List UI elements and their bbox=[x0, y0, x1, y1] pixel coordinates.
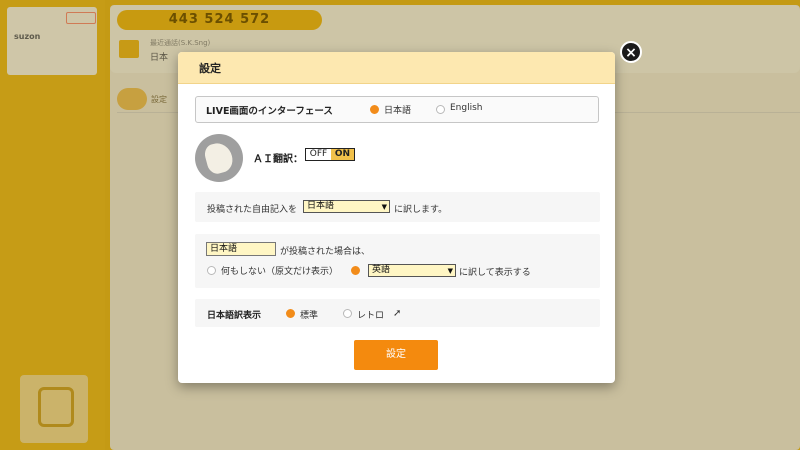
settings-modal: 設定 LIVE画面のインターフェース 日本語 English ＡＩ翻訳： OFF… bbox=[178, 52, 615, 383]
free-text-selected: 日本語 bbox=[307, 201, 335, 211]
radio-english[interactable] bbox=[436, 105, 445, 114]
mouse-cursor-icon: ➚ bbox=[393, 308, 402, 319]
app-icon bbox=[20, 375, 88, 443]
close-icon[interactable]: × bbox=[620, 41, 642, 63]
free-text-prefix: 投稿された自由記入を bbox=[207, 205, 298, 215]
radio-retro[interactable] bbox=[343, 309, 352, 318]
free-text-suffix: に訳します。 bbox=[394, 205, 448, 215]
toggle-off[interactable]: OFF bbox=[306, 149, 331, 160]
radio-japanese-label: 日本語 bbox=[384, 106, 412, 116]
radio-standard-label: 標準 bbox=[300, 311, 319, 321]
toggle-on[interactable]: ON bbox=[331, 149, 354, 160]
radio-do-nothing[interactable] bbox=[207, 266, 216, 275]
target-language-select[interactable]: 英語 ▼ bbox=[368, 264, 456, 277]
submit-button[interactable]: 設定 bbox=[354, 340, 438, 370]
avatar-icon bbox=[202, 140, 236, 176]
contact-icon bbox=[119, 40, 139, 58]
avatar bbox=[195, 134, 243, 182]
radio-translate[interactable] bbox=[351, 266, 360, 275]
radio-do-nothing-label: 何もしない（原文だけ表示） bbox=[221, 267, 339, 277]
interface-label: LIVE画面のインターフェース bbox=[206, 106, 333, 117]
radio-standard[interactable] bbox=[286, 309, 295, 318]
translate-suffix: に訳して表示する bbox=[459, 268, 531, 278]
chevron-down-icon: ▼ bbox=[381, 203, 387, 211]
display-label: 日本語訳表示 bbox=[207, 311, 262, 321]
radio-english-label: English bbox=[450, 103, 483, 113]
radio-retro-label: レトロ bbox=[357, 311, 385, 321]
interface-language-row: LIVE画面のインターフェース 日本語 English bbox=[195, 96, 599, 123]
phone-number: 443 524 572 bbox=[117, 10, 322, 30]
ai-translation-toggle[interactable]: OFF ON bbox=[305, 148, 355, 161]
chevron-down-icon: ▼ bbox=[447, 267, 453, 275]
info-line-1: 最近通話(S.K.Sng) bbox=[150, 39, 211, 47]
info-line-2: 日本 bbox=[150, 53, 169, 63]
ai-translation-label: ＡＩ翻訳： bbox=[253, 154, 303, 165]
settings-pill bbox=[117, 88, 147, 110]
modal-header: 設定 bbox=[178, 52, 615, 84]
free-text-language-select[interactable]: 日本語 ▼ bbox=[303, 200, 390, 213]
logo: suzon bbox=[14, 32, 41, 41]
section-label: 設定 bbox=[151, 95, 167, 104]
logo-badge bbox=[66, 12, 96, 24]
target-language-selected: 英語 bbox=[372, 265, 391, 275]
posted-language-input[interactable]: 日本語 bbox=[206, 242, 276, 256]
posted-suffix: が投稿された場合は、 bbox=[280, 247, 371, 257]
modal-title: 設定 bbox=[199, 62, 221, 75]
radio-japanese[interactable] bbox=[370, 105, 379, 114]
